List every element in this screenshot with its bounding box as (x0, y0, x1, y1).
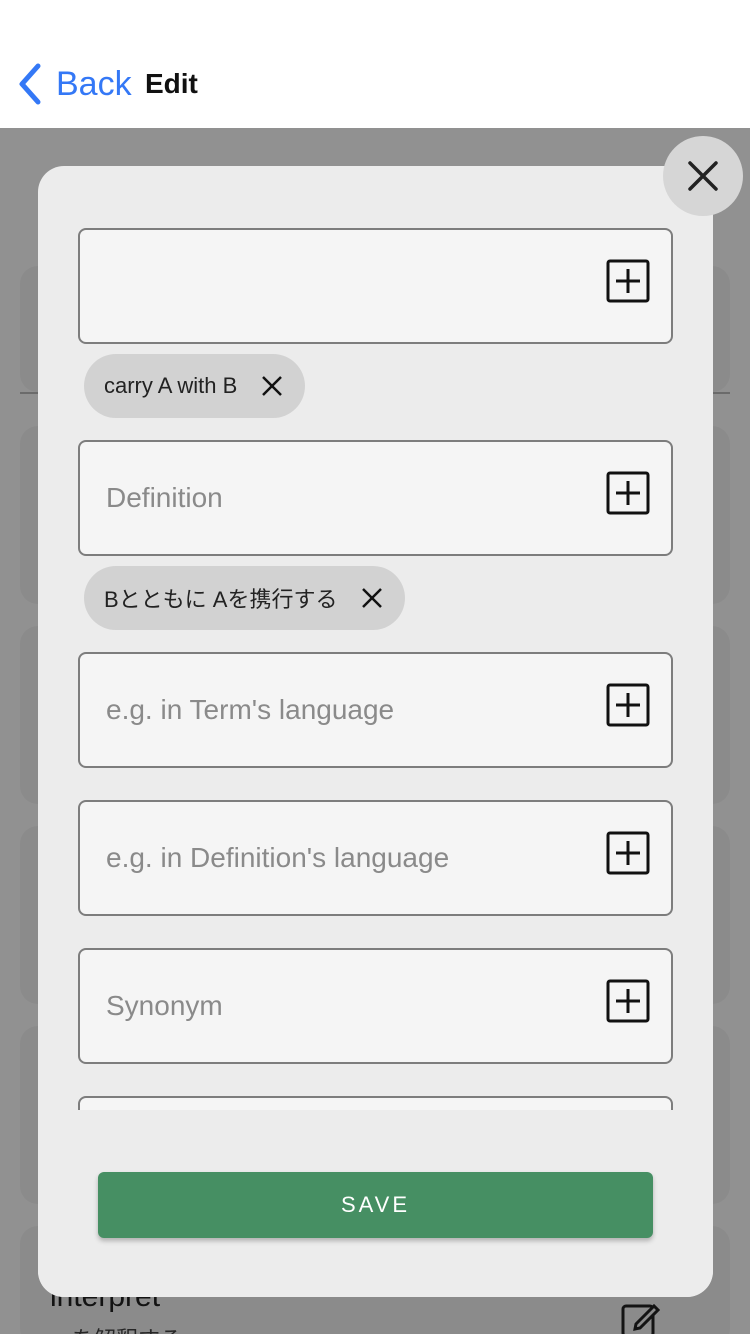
synonym-field (78, 948, 673, 1064)
add-term-icon[interactable] (606, 259, 650, 303)
definition-field (78, 440, 673, 556)
save-button[interactable]: SAVE (98, 1172, 653, 1238)
add-term-example-icon[interactable] (606, 683, 650, 727)
term-input[interactable] (106, 230, 586, 342)
chip-label: carry A with B (104, 373, 238, 398)
back-label: Back (56, 64, 132, 103)
add-definition-icon[interactable] (606, 471, 650, 515)
back-button[interactable]: Back (16, 62, 132, 106)
chevron-left-icon (19, 63, 41, 105)
remove-definition-icon[interactable] (361, 587, 383, 609)
definition-example-field (78, 800, 673, 916)
synonym-input[interactable] (106, 950, 586, 1062)
term-chip: carry A with B (84, 354, 306, 418)
term-example-field (78, 652, 673, 768)
remove-term-icon[interactable] (261, 375, 283, 397)
term-example-input[interactable] (106, 654, 586, 766)
close-modal-button[interactable] (663, 136, 743, 216)
edit-screen: interpret …を解釈する Back Edit carry A with … (0, 0, 750, 1334)
chip-label: Bとともに Aを携行する (104, 587, 338, 612)
definition-input[interactable] (106, 442, 586, 554)
term-field (78, 228, 673, 344)
add-synonym-icon[interactable] (606, 979, 650, 1023)
navigation-bar: Back Edit (0, 0, 750, 128)
edit-modal: carry A with B Bとともに Aを携行する (38, 166, 713, 1297)
close-icon (688, 161, 718, 191)
page-title: Edit (145, 68, 198, 99)
definition-chip: Bとともに Aを携行する (84, 566, 406, 630)
add-definition-example-icon[interactable] (606, 831, 650, 875)
definition-example-input[interactable] (106, 802, 586, 914)
